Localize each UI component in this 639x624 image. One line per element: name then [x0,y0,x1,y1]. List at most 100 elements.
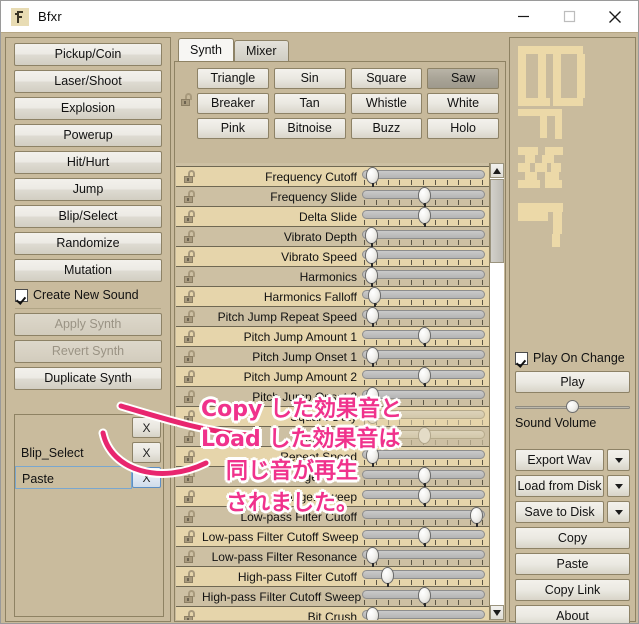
chevron-down-icon[interactable] [607,501,630,523]
parameter-slider[interactable] [362,606,485,620]
slider-knob[interactable] [366,546,380,567]
parameter-slider[interactable] [362,566,485,587]
lock-icon[interactable] [176,290,202,303]
slider-knob[interactable] [366,166,380,187]
waveform-button-holo[interactable]: Holo [427,118,499,139]
sound-list-item[interactable]: X [15,415,163,440]
button-copy-link[interactable]: Copy Link [515,579,630,601]
lock-icon[interactable] [176,270,202,283]
sound-list-item[interactable]: Paste X [15,465,163,490]
parameter-slider[interactable] [362,206,485,227]
lock-icon[interactable] [176,450,202,463]
slider-knob[interactable] [365,226,379,247]
chevron-down-icon[interactable] [607,475,630,497]
slider-knob[interactable] [366,346,380,367]
tab-mixer[interactable]: Mixer [233,40,289,62]
lock-icon[interactable] [176,370,202,383]
lock-icon[interactable] [176,590,202,603]
lock-icon[interactable] [176,210,202,223]
slider-knob[interactable] [365,246,379,267]
waveform-button-buzz[interactable]: Buzz [350,118,423,139]
scroll-down-button[interactable] [490,605,504,620]
lock-icon[interactable] [176,310,202,323]
waveform-button-square[interactable]: Square [350,68,423,89]
parameter-slider[interactable] [362,386,485,407]
create-new-sound-checkbox[interactable] [15,288,28,302]
parameter-slider[interactable] [362,586,485,607]
create-new-sound-row[interactable]: Create New Sound [6,286,170,305]
parameter-slider[interactable] [362,526,485,547]
slider-knob[interactable] [417,206,431,227]
generator-button-pickup-coin[interactable]: Pickup/Coin [14,43,162,66]
slider-knob[interactable] [366,306,380,327]
lock-icon[interactable] [176,550,202,563]
delete-sound-button[interactable]: X [132,417,161,438]
generator-button-laser-shoot[interactable]: Laser/Shoot [14,70,162,93]
lock-icon[interactable] [176,390,202,403]
parameter-slider[interactable] [362,546,485,567]
chevron-down-icon[interactable] [607,449,630,471]
sound-list-item[interactable]: Blip_Select X [15,440,163,465]
slider-knob[interactable] [417,486,431,507]
waveform-button-breaker[interactable]: Breaker [197,93,269,114]
parameter-slider[interactable] [362,186,485,207]
delete-sound-button[interactable]: X [132,467,161,488]
lock-icon[interactable] [176,230,202,243]
close-button[interactable] [592,1,638,32]
generator-button-explosion[interactable]: Explosion [14,97,162,120]
delete-sound-button[interactable]: X [132,442,161,463]
scroll-up-button[interactable] [490,163,504,178]
maximize-button[interactable] [546,1,592,32]
lock-icon[interactable] [176,510,202,523]
slider-knob[interactable] [417,466,431,487]
waveform-button-tan[interactable]: Tan [273,93,346,114]
slider-knob[interactable] [417,586,431,607]
lock-icon[interactable] [176,350,202,363]
play-on-change-checkbox[interactable] [515,351,528,365]
parameter-slider[interactable] [362,246,485,267]
parameter-slider[interactable] [362,166,485,187]
lock-icon[interactable] [176,330,202,343]
play-button[interactable]: Play [515,371,630,393]
slider-knob[interactable] [417,326,431,347]
slider-knob[interactable] [365,266,379,287]
slider-knob[interactable] [366,606,380,620]
slider-knob[interactable] [366,446,380,467]
generator-button-powerup[interactable]: Powerup [14,124,162,147]
sound-volume-slider[interactable] [515,400,630,414]
waveform-button-whistle[interactable]: Whistle [350,93,423,114]
lock-icon[interactable] [176,170,202,183]
tab-synth[interactable]: Synth [178,38,234,62]
button-about[interactable]: About [515,605,630,623]
generator-button-mutation[interactable]: Mutation [14,259,162,282]
slider-knob[interactable] [366,386,380,407]
generator-button-jump[interactable]: Jump [14,178,162,201]
button-export-wav[interactable]: Export Wav [515,449,604,471]
button-load-from-disk[interactable]: Load from Disk [515,475,604,497]
button-paste[interactable]: Paste [515,553,630,575]
sound-list[interactable]: X Blip_Select X Paste X [14,414,164,617]
lock-icon[interactable] [176,250,202,263]
waveform-button-triangle[interactable]: Triangle [197,68,269,89]
lock-icon[interactable] [176,490,202,503]
waveform-button-white[interactable]: White [427,93,499,114]
slider-knob[interactable] [469,506,483,527]
lock-icon[interactable] [176,530,202,543]
parameter-slider[interactable] [362,506,485,527]
parameter-scrollbar[interactable] [489,163,504,620]
slider-knob[interactable] [417,526,431,547]
waveform-lock-icon[interactable] [180,93,193,106]
lock-icon[interactable] [176,570,202,583]
generator-button-hit-hurt[interactable]: Hit/Hurt [14,151,162,174]
generator-button-blip-select[interactable]: Blip/Select [14,205,162,228]
parameter-slider[interactable] [362,486,485,507]
parameter-slider[interactable] [362,466,485,487]
slider-knob[interactable] [417,426,431,444]
volume-knob[interactable] [565,400,579,413]
parameter-slider[interactable] [362,266,485,287]
lock-icon[interactable] [176,190,202,203]
action-button-duplicate-synth[interactable]: Duplicate Synth [14,367,162,390]
lock-icon[interactable] [176,470,202,483]
lock-icon[interactable] [176,410,202,423]
slider-knob[interactable] [367,286,381,307]
